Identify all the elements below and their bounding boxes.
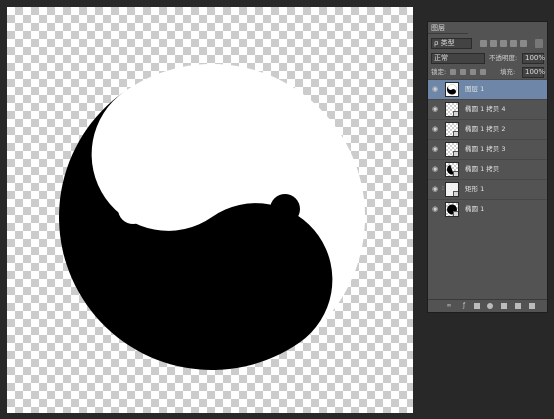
filter-type-icon[interactable] — [500, 40, 507, 47]
layer-row[interactable]: ◉ 椭圆 1 拷贝 — [428, 159, 547, 179]
layer-row[interactable]: ◉ 图层 1 — [428, 79, 547, 99]
visibility-eye-icon[interactable]: ◉ — [431, 85, 439, 93]
filter-adjustment-icon[interactable] — [490, 40, 497, 47]
layer-thumbnail — [445, 122, 459, 137]
layer-row[interactable]: ◉ 椭圆 1 拷贝 2 — [428, 119, 547, 139]
layer-name[interactable]: 椭圆 1 拷贝 — [465, 164, 499, 175]
layer-row[interactable]: ◉ 椭圆 1 拷贝 4 — [428, 99, 547, 119]
opacity-field[interactable]: 100% — [522, 53, 545, 64]
new-layer-icon[interactable] — [515, 303, 521, 309]
lock-brush-icon[interactable] — [460, 69, 466, 75]
link-icon[interactable]: ∞ — [446, 303, 452, 309]
mask-icon[interactable] — [474, 303, 480, 309]
layer-name[interactable]: 图层 1 — [465, 84, 484, 95]
fill-label: 填充: — [500, 68, 516, 76]
layer-name[interactable]: 椭圆 1 拷贝 3 — [465, 144, 505, 155]
yin-dot — [118, 194, 148, 224]
layer-thumbnail — [445, 102, 459, 117]
shape-badge-icon — [453, 151, 458, 156]
filter-shape-icon[interactable] — [510, 40, 517, 47]
visibility-eye-icon[interactable]: ◉ — [431, 185, 439, 193]
layer-thumbnail — [445, 162, 459, 177]
layer-thumbnail — [445, 82, 459, 97]
filter-kind-dropdown[interactable]: ρ 类型 — [431, 38, 472, 49]
yin-yang-artwork — [59, 64, 365, 370]
tab-layers[interactable]: 图层 — [428, 22, 468, 34]
filter-pixel-icon[interactable] — [480, 40, 487, 47]
shape-badge-icon — [453, 131, 458, 136]
lock-label: 锁定: — [431, 68, 447, 76]
visibility-eye-icon[interactable]: ◉ — [431, 125, 439, 133]
folder-icon[interactable] — [501, 303, 507, 309]
visibility-eye-icon[interactable]: ◉ — [431, 105, 439, 113]
lock-move-icon[interactable] — [470, 69, 476, 75]
layer-row[interactable]: ◉ ⁝ 矩形 1 — [428, 179, 547, 199]
yang-dot — [270, 194, 300, 224]
layer-name[interactable]: 椭圆 1 拷贝 2 — [465, 124, 505, 135]
document-canvas[interactable] — [7, 7, 413, 413]
fill-field[interactable]: 100% — [522, 67, 545, 78]
shape-badge-icon — [453, 111, 458, 116]
layer-thumbnail — [445, 142, 459, 157]
canvas-area[interactable] — [0, 0, 424, 419]
shape-badge-icon — [453, 211, 458, 216]
shape-badge-icon — [453, 171, 458, 176]
blend-mode-dropdown[interactable]: 正常 — [431, 53, 485, 64]
layer-name[interactable]: 椭圆 1 拷贝 4 — [465, 104, 505, 115]
layer-row[interactable]: ◉ 椭圆 1 — [428, 199, 547, 219]
shape-badge-icon — [453, 191, 458, 196]
fx-icon[interactable]: ƒ — [461, 303, 467, 309]
layer-name[interactable]: 椭圆 1 — [465, 204, 484, 215]
filter-toggle-icon[interactable] — [535, 39, 543, 48]
visibility-eye-icon[interactable]: ◉ — [431, 145, 439, 153]
adjustment-icon[interactable] — [487, 303, 493, 309]
lock-transparent-icon[interactable] — [450, 69, 456, 75]
layer-list: ◉ 图层 1 ◉ 椭圆 1 拷贝 4 ◉ 椭圆 1 拷贝 2 ◉ 椭圆 1 拷贝… — [428, 79, 547, 219]
panel-footer: ∞ ƒ — [428, 299, 547, 312]
opacity-label: 不透明度: — [489, 54, 518, 62]
layer-thumbnail — [445, 202, 459, 217]
visibility-eye-icon[interactable]: ◉ — [431, 205, 439, 213]
clip-chain-icon: ⁝ — [442, 185, 444, 192]
layer-thumbnail — [445, 182, 459, 197]
filter-smart-icon[interactable] — [520, 40, 527, 47]
layer-name[interactable]: 矩形 1 — [465, 184, 484, 195]
lock-all-icon[interactable] — [480, 69, 486, 75]
trash-icon[interactable] — [529, 303, 535, 309]
layer-row[interactable]: ◉ 椭圆 1 拷贝 3 — [428, 139, 547, 159]
visibility-eye-icon[interactable]: ◉ — [431, 165, 439, 173]
layers-panel: 图层 ρ 类型 正常 不透明度: 100% 锁定: 填充: 100% ◉ 图层 … — [427, 21, 548, 313]
